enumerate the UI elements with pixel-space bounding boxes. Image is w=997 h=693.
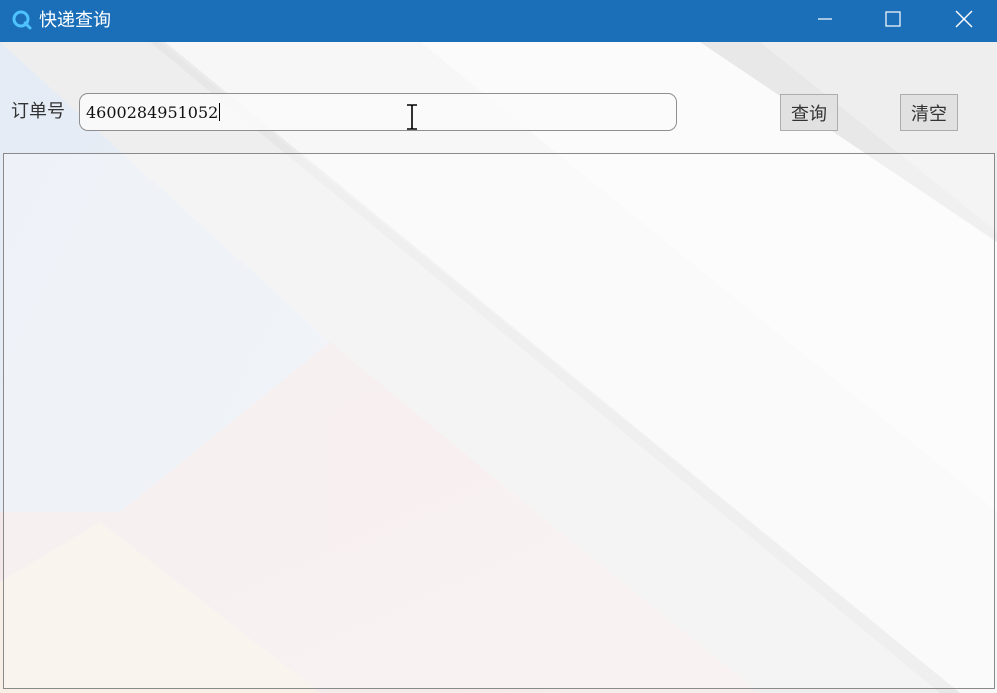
title-bar: 快递查询 — [0, 0, 997, 42]
order-number-input[interactable]: 4600284951052 — [79, 93, 677, 131]
app-search-icon — [12, 10, 32, 30]
close-button[interactable] — [931, 0, 997, 42]
maximize-icon — [885, 11, 901, 31]
order-number-value: 4600284951052 — [86, 102, 219, 122]
order-number-label: 订单号 — [11, 101, 65, 122]
close-icon — [955, 10, 973, 32]
query-button[interactable]: 查询 — [780, 94, 838, 131]
text-caret — [219, 103, 221, 121]
result-textarea[interactable] — [3, 153, 995, 689]
window-title: 快递查询 — [39, 10, 111, 31]
clear-button[interactable]: 清空 — [900, 94, 958, 131]
minimize-icon — [817, 11, 833, 31]
minimize-button[interactable] — [792, 0, 858, 42]
app-window: 快递查询 订单号 4600284951052 查询 清空 — [0, 0, 997, 693]
maximize-button[interactable] — [860, 0, 926, 42]
text-cursor-icon — [405, 104, 419, 130]
